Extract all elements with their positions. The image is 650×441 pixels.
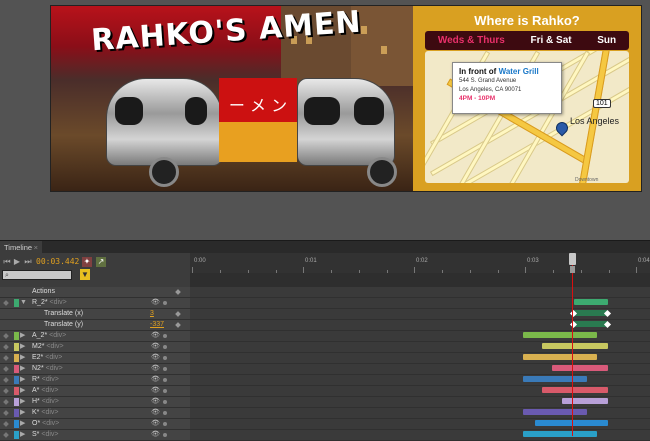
lock-dot-icon[interactable] [163, 345, 167, 349]
expand-arrow-icon[interactable]: ▼ [20, 298, 27, 308]
city-label: Los Angeles [570, 116, 620, 126]
table-row[interactable]: Translate (y) -337 [0, 320, 650, 331]
timeline-panel: Timeline × ⏮ ▶ ⏭ 00:03.442 ✦ ↗ ⌕ ▼ 0:00 … [0, 240, 650, 441]
lock-dot-icon[interactable] [163, 400, 167, 404]
animation-bar[interactable] [574, 299, 608, 305]
lock-dot-icon[interactable] [163, 356, 167, 360]
map-heading: Where is Rahko? [474, 13, 580, 28]
easing-button[interactable]: ↗ [96, 257, 106, 267]
animation-bar[interactable] [562, 398, 608, 404]
table-row[interactable]: ▶ N2* <div> 👁 [0, 364, 650, 375]
eye-icon[interactable]: 👁 [151, 298, 160, 308]
expand-arrow-icon[interactable]: ▶ [20, 342, 25, 352]
rewind-button[interactable]: ⏮ [2, 257, 12, 267]
fast-forward-button[interactable]: ⏭ [23, 257, 33, 267]
eye-icon[interactable]: 👁 [151, 419, 160, 429]
diamond-icon[interactable] [175, 311, 181, 317]
playhead[interactable] [572, 253, 573, 436]
lock-dot-icon[interactable] [163, 334, 167, 338]
expand-arrow-icon[interactable]: ▶ [20, 397, 25, 407]
location-callout: In front of Water Grill 544 S. Grand Ave… [452, 62, 562, 114]
time-ruler[interactable]: 0:00 0:01 0:02 0:03 0:04 [190, 253, 650, 274]
lock-dot-icon[interactable] [163, 378, 167, 382]
animation-bar[interactable] [523, 376, 587, 382]
animation-bar[interactable] [552, 365, 608, 371]
animation-bar[interactable] [523, 354, 597, 360]
marker-track[interactable] [190, 273, 650, 287]
current-time[interactable]: 00:03.442 [36, 257, 79, 266]
eye-icon[interactable]: 👁 [151, 331, 160, 341]
table-row[interactable]: ▶ A* <div> 👁 [0, 386, 650, 397]
downtown-label: Downtown [575, 177, 599, 183]
eye-icon[interactable]: 👁 [151, 375, 160, 385]
eye-icon[interactable]: 👁 [151, 408, 160, 418]
lock-dot-icon[interactable] [163, 433, 167, 437]
diamond-icon [175, 289, 181, 295]
table-row[interactable]: ▶ E2* <div> 👁 [0, 353, 650, 364]
timeline-toolbar: ⏮ ▶ ⏭ 00:03.442 ✦ ↗ ⌕ ▼ [0, 253, 190, 287]
street-map[interactable]: In front of Water Grill 544 S. Grand Ave… [425, 51, 629, 183]
insert-keyframe-button[interactable]: ✦ [82, 257, 92, 267]
hours-text: 4PM - 10PM [459, 95, 496, 102]
noodle-stripe: ー メ ン [219, 78, 297, 162]
banner-ad[interactable]: RAHKO'S AMEN ー メ ン Where is Rahko? Weds … [51, 6, 641, 191]
animation-bar[interactable] [523, 409, 587, 415]
actions-row[interactable]: Actions [0, 287, 650, 298]
table-row[interactable]: ▶ H* <div> 👁 [0, 397, 650, 408]
animation-bar[interactable] [542, 387, 608, 393]
wheel-icon [367, 157, 397, 187]
wheel-icon [149, 157, 179, 187]
eye-icon[interactable]: 👁 [151, 386, 160, 396]
day-tabs: Weds & Thurs Fri & Sat Sun [425, 31, 629, 50]
stage-area: RAHKO'S AMEN ー メ ン Where is Rahko? Weds … [0, 0, 650, 240]
lock-dot-icon[interactable] [163, 422, 167, 426]
table-row[interactable]: ▶ A_2* <div> 👁 [0, 331, 650, 342]
lock-dot-icon[interactable] [163, 367, 167, 371]
eye-icon[interactable]: 👁 [151, 364, 160, 374]
table-row[interactable]: ▶ O* <div> 👁 [0, 419, 650, 430]
expand-arrow-icon[interactable]: ▶ [20, 430, 25, 440]
table-row[interactable]: ▶ K* <div> 👁 [0, 408, 650, 419]
panel-tab-bar: Timeline × [0, 240, 650, 254]
playhead-handle[interactable] [569, 253, 576, 265]
eye-icon[interactable]: 👁 [151, 397, 160, 407]
day-tab-fri-sat[interactable]: Fri & Sat [531, 35, 572, 46]
expand-arrow-icon[interactable]: ▶ [20, 419, 25, 429]
expand-arrow-icon[interactable]: ▶ [20, 386, 25, 396]
venue-name: Water Grill [498, 67, 539, 76]
play-button[interactable]: ▶ [12, 257, 22, 267]
table-row[interactable]: ▶ M2* <div> 👁 [0, 342, 650, 353]
eye-icon[interactable]: 👁 [151, 342, 160, 352]
highway-shield-icon: 101 [593, 99, 611, 108]
map-panel: Where is Rahko? Weds & Thurs Fri & Sat S… [413, 6, 641, 191]
expand-arrow-icon[interactable]: ▶ [20, 364, 25, 374]
expand-arrow-icon[interactable]: ▶ [20, 353, 25, 363]
playhead-marker[interactable] [570, 266, 575, 273]
lock-dot-icon[interactable] [163, 389, 167, 393]
expand-arrow-icon[interactable]: ▶ [20, 331, 25, 341]
day-tab-sun[interactable]: Sun [597, 35, 616, 46]
trailer-left [106, 78, 223, 166]
lock-dot-icon[interactable] [163, 301, 167, 305]
animation-bar[interactable] [523, 431, 597, 437]
table-row[interactable]: ▼ R_2* <div> 👁 [0, 298, 650, 309]
animation-bar[interactable] [523, 332, 597, 338]
filter-icon[interactable]: ▼ [80, 269, 90, 280]
diamond-icon[interactable] [175, 322, 181, 328]
day-tab-weds-thurs[interactable]: Weds & Thurs [438, 35, 505, 46]
trailer-right [297, 78, 395, 166]
address-line-1: 544 S. Grand Avenue [459, 78, 517, 84]
expand-arrow-icon[interactable]: ▶ [20, 408, 25, 418]
address-line-2: Los Angeles, CA 90071 [459, 87, 522, 93]
eye-icon[interactable]: 👁 [151, 353, 160, 363]
animation-bar[interactable] [542, 343, 608, 349]
table-row[interactable]: Translate (x) 3 [0, 309, 650, 320]
eye-icon[interactable]: 👁 [151, 430, 160, 440]
lock-dot-icon[interactable] [163, 411, 167, 415]
search-input[interactable]: ⌕ [2, 270, 72, 280]
expand-arrow-icon[interactable]: ▶ [20, 375, 25, 385]
street-photo: RAHKO'S AMEN ー メ ン [51, 6, 413, 191]
diamond-icon [3, 300, 9, 306]
table-row[interactable]: ▶ R* <div> 👁 [0, 375, 650, 386]
